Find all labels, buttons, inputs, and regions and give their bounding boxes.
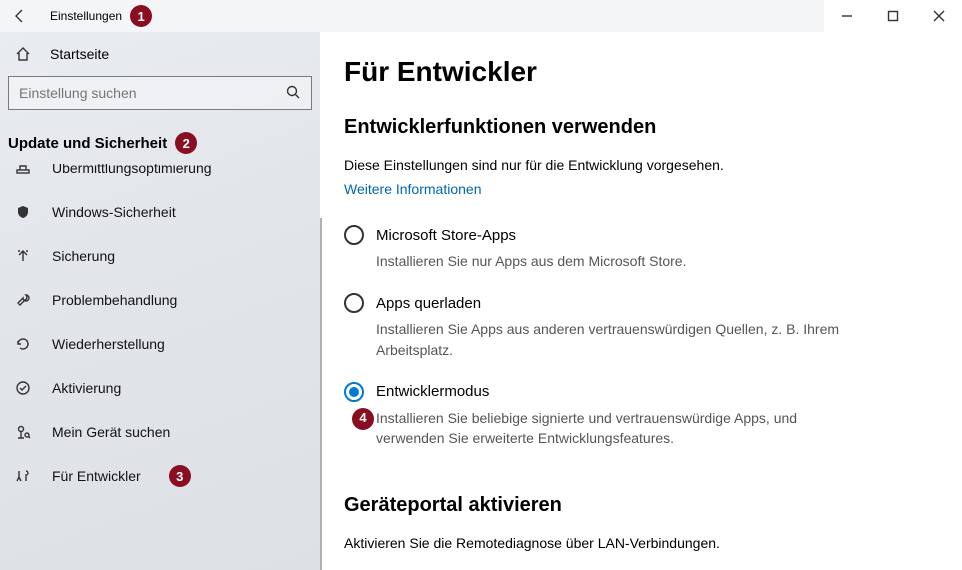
sidebar-item-developers[interactable]: Für Entwickler 3 — [0, 454, 320, 498]
annotation-badge-2: 2 — [175, 132, 197, 154]
delivery-icon — [14, 164, 32, 177]
radio-label: Microsoft Store-Apps — [376, 227, 516, 244]
scrollbar[interactable] — [320, 218, 322, 570]
sidebar-item-troubleshoot[interactable]: Problembehandlung — [0, 278, 320, 322]
titlebar: Einstellungen 1 — [0, 0, 962, 32]
minimize-icon — [839, 8, 855, 24]
annotation-badge-3: 3 — [169, 465, 191, 487]
search-box[interactable] — [8, 76, 312, 110]
radio-option-sideload[interactable]: Apps querladen Installieren Sie Apps aus… — [344, 293, 864, 360]
search-icon — [285, 84, 301, 103]
sidebar: Startseite Update und Sicherheit 2 Überm… — [0, 32, 320, 570]
check-icon — [14, 379, 32, 397]
radio-desc: Installieren Sie Apps aus anderen vertra… — [376, 319, 864, 360]
sidebar-item-label: Mein Gerät suchen — [52, 424, 170, 440]
maximize-icon — [885, 8, 901, 24]
radio-icon — [344, 225, 364, 245]
sidebar-item-label: Übermittlungsoptimierung — [52, 164, 212, 176]
window-title: Einstellungen — [50, 9, 122, 23]
device-portal-heading: Geräteportal aktivieren — [344, 494, 938, 517]
annotation-badge-1: 1 — [130, 5, 152, 27]
arrow-left-icon — [12, 8, 28, 24]
device-portal-desc: Aktivieren Sie die Remotediagnose über L… — [344, 535, 938, 551]
dev-features-heading: Entwicklerfunktionen verwenden — [344, 116, 938, 139]
sidebar-item-find-device[interactable]: Mein Gerät suchen — [0, 410, 320, 454]
sidebar-item-label: Für Entwickler — [52, 468, 141, 484]
radio-icon — [344, 293, 364, 313]
sidebar-item-label: Sicherung — [52, 248, 115, 264]
radio-option-store[interactable]: Microsoft Store-Apps Installieren Sie nu… — [344, 225, 864, 271]
sidebar-item-delivery[interactable]: Übermittlungsoptimierung — [0, 164, 320, 190]
sidebar-item-recovery[interactable]: Wiederherstellung — [0, 322, 320, 366]
radio-label: Entwicklermodus — [376, 383, 489, 400]
dev-features-desc: Diese Einstellungen sind nur für die Ent… — [344, 157, 938, 173]
window-controls — [824, 0, 962, 32]
radio-desc: Installieren Sie beliebige signierte und… — [376, 410, 797, 446]
radio-icon-selected — [344, 382, 364, 402]
shield-icon — [14, 203, 32, 221]
sidebar-section-title: Update und Sicherheit 2 — [0, 118, 320, 164]
back-button[interactable] — [0, 0, 40, 32]
more-info-link[interactable]: Weitere Informationen — [344, 181, 481, 197]
sidebar-home-label: Startseite — [50, 46, 109, 62]
minimize-button[interactable] — [824, 0, 870, 32]
wrench-icon — [14, 291, 32, 309]
maximize-button[interactable] — [870, 0, 916, 32]
sidebar-item-label: Aktivierung — [52, 380, 121, 396]
sidebar-item-label: Windows-Sicherheit — [52, 204, 176, 220]
close-button[interactable] — [916, 0, 962, 32]
sidebar-item-security[interactable]: Windows-Sicherheit — [0, 190, 320, 234]
close-icon — [931, 8, 947, 24]
home-icon — [14, 45, 32, 63]
recovery-icon — [14, 335, 32, 353]
sidebar-nav-list: Übermittlungsoptimierung Windows-Sicherh… — [0, 164, 320, 498]
sidebar-item-backup[interactable]: Sicherung — [0, 234, 320, 278]
annotation-badge-4: 4 — [352, 408, 374, 430]
radio-desc: Installieren Sie nur Apps aus dem Micros… — [376, 251, 864, 271]
sidebar-item-label: Problembehandlung — [52, 292, 177, 308]
find-icon — [14, 423, 32, 441]
backup-icon — [14, 247, 32, 265]
tools-icon — [14, 467, 32, 485]
radio-option-devmode[interactable]: Entwicklermodus 4 Installieren Sie belie… — [344, 382, 864, 449]
sidebar-home[interactable]: Startseite — [0, 32, 320, 76]
sidebar-item-activation[interactable]: Aktivierung — [0, 366, 320, 410]
radio-label: Apps querladen — [376, 295, 481, 312]
sidebar-item-label: Wiederherstellung — [52, 336, 165, 352]
content-area: Für Entwickler Entwicklerfunktionen verw… — [320, 32, 962, 570]
search-input[interactable] — [19, 85, 285, 101]
page-title: Für Entwickler — [344, 56, 938, 88]
